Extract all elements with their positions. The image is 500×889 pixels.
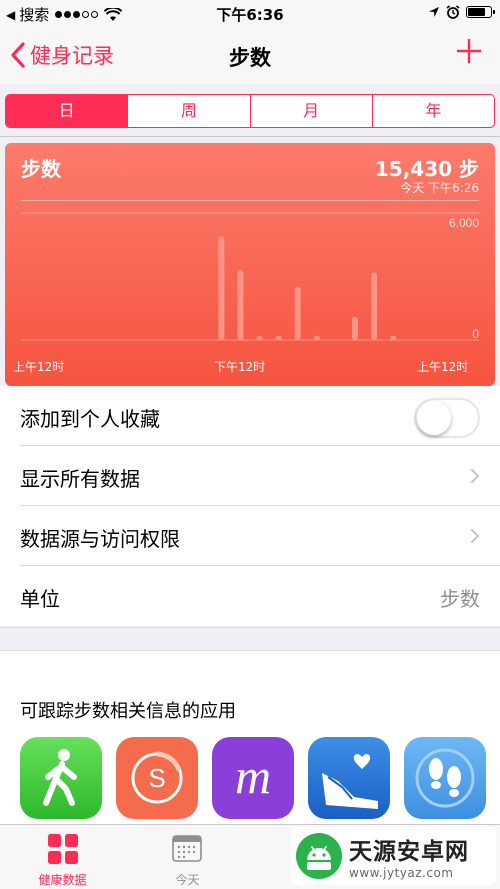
running-shoe-icon	[322, 754, 378, 809]
page-title: 步数	[229, 46, 271, 70]
chart-bar-hour-12	[256, 335, 263, 340]
moves-m-icon: m	[235, 748, 271, 804]
sources-access-label: 数据源与访问权限	[20, 527, 180, 551]
app-moves[interactable]: m	[212, 737, 294, 819]
section-gap	[0, 627, 500, 651]
show-all-data-row[interactable]: 显示所有数据	[0, 446, 500, 506]
segment-week[interactable]: 周	[127, 95, 249, 127]
tab-health-data[interactable]: 健康数据	[0, 825, 125, 889]
calendar-icon	[172, 835, 202, 862]
segment-year[interactable]: 年	[371, 95, 494, 127]
app-footprints[interactable]	[404, 737, 486, 819]
site-watermark: 天源安卓网 www.jytyaz.com	[291, 827, 496, 885]
y-tick-label-max: 6,000	[449, 216, 479, 230]
x-tick-label-mid: 下午12时	[214, 360, 266, 374]
steps-bar-chart: 6,000 0	[21, 212, 479, 341]
favorites-label: 添加到个人收藏	[20, 407, 160, 431]
chevron-right-icon	[470, 468, 480, 484]
android-logo-icon	[296, 833, 342, 879]
footprints-icon	[415, 748, 475, 808]
period-segmented-control: 日 周 月 年	[5, 94, 495, 128]
app-stepz[interactable]: S	[116, 737, 198, 819]
chart-title: 步数	[21, 157, 61, 181]
status-time: 下午6:36	[216, 6, 284, 24]
location-icon	[429, 7, 439, 17]
svg-text:m: m	[235, 748, 271, 804]
nav-divider	[0, 136, 500, 137]
chart-total-value: 15,430 步	[374, 157, 479, 181]
app-pedometer[interactable]	[308, 737, 390, 819]
tab-today-label: 今天	[175, 873, 200, 887]
chart-date: 今天 下午6:26	[400, 181, 479, 195]
chevron-right-icon	[470, 528, 480, 544]
walking-person-icon	[43, 749, 77, 806]
y-tick-label-zero: 0	[472, 327, 479, 341]
chart-divider	[21, 200, 479, 201]
chart-bar-hour-14	[294, 287, 301, 340]
segment-month[interactable]: 月	[249, 95, 372, 127]
grid-icon	[48, 834, 78, 864]
navigation-bar: 健身记录 步数	[0, 28, 500, 84]
app-walking[interactable]	[20, 737, 102, 819]
chart-bar-hour-13	[275, 335, 282, 340]
tab-today[interactable]: 今天	[125, 825, 250, 889]
add-to-favorites-row: 添加到个人收藏	[0, 386, 500, 446]
status-bar: ◀ 搜索 下午6:36	[0, 0, 500, 28]
related-apps-section: 可跟踪步数相关信息的应用 S m	[0, 651, 500, 824]
unit-label: 单位	[20, 587, 60, 611]
chart-bar-hour-17	[352, 316, 358, 340]
add-data-button[interactable]	[456, 38, 482, 68]
status-right	[428, 5, 495, 19]
chart-bar-hour-15	[313, 335, 320, 340]
chart-bar-hour-18	[371, 272, 377, 340]
steps-chart-card[interactable]: 步数 15,430 步 今天 下午6:26 6,000 0 上午12时 下午12时…	[5, 143, 495, 386]
favorites-toggle[interactable]	[414, 398, 480, 438]
battery-icon	[466, 6, 495, 18]
watermark-title: 天源安卓网	[349, 839, 469, 865]
watermark-url: www.jytyaz.com	[349, 866, 454, 880]
related-apps-title: 可跟踪步数相关信息的应用	[20, 701, 236, 722]
watermark-text: 天源安卓网 www.jytyaz.com	[349, 832, 469, 880]
unit-row[interactable]: 单位 步数	[0, 566, 500, 626]
chart-bar-hour-10	[218, 236, 225, 340]
alarm-icon	[446, 5, 460, 19]
sources-access-row[interactable]: 数据源与访问权限	[0, 506, 500, 566]
toggle-knob	[417, 401, 451, 435]
show-all-data-label: 显示所有数据	[20, 467, 140, 491]
svg-text:S: S	[148, 763, 165, 793]
chart-bar-hour-11	[237, 270, 244, 340]
x-tick-label-start: 上午12时	[13, 360, 65, 374]
stepz-s-icon: S	[131, 751, 183, 804]
unit-value: 步数	[440, 587, 480, 611]
plus-icon	[457, 39, 481, 63]
chart-bar-hour-19	[390, 335, 397, 340]
x-tick-label-end: 上午12时	[417, 360, 469, 374]
segment-day[interactable]: 日	[6, 95, 128, 127]
tab-health-data-label: 健康数据	[38, 873, 87, 887]
